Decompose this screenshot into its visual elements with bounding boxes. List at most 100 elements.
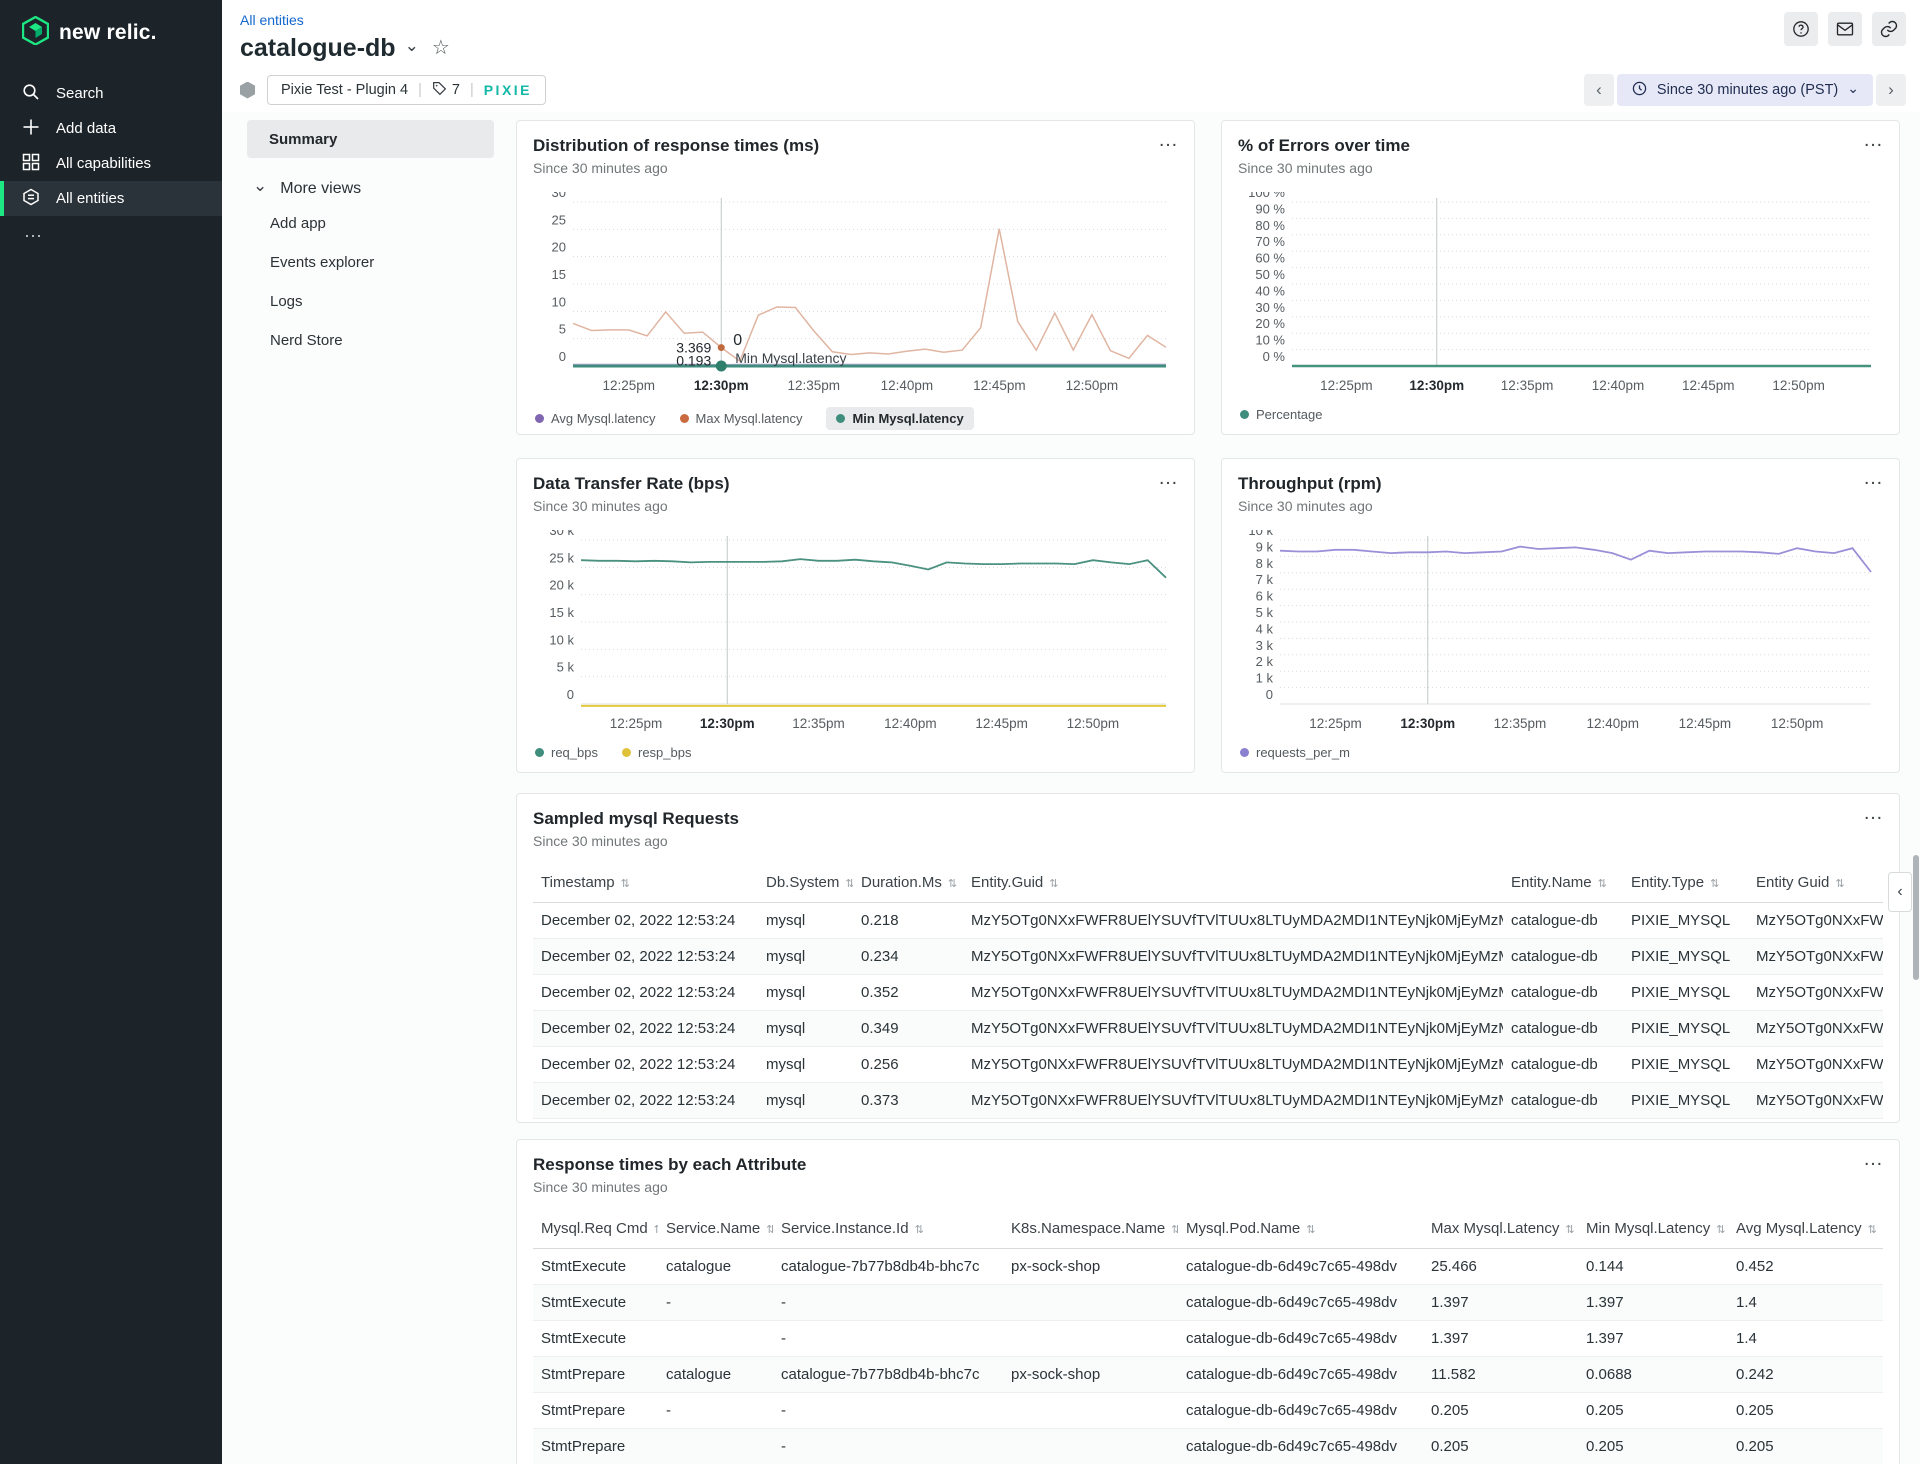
line-chart[interactable]: 0 % 10 % 20 % 30 % 40 % 50 % 60 % 70 % 80 % 90 % 1… — [1238, 185, 1883, 403]
chart-legend: Percentage — [1240, 407, 1883, 422]
vertical-scrollbar[interactable] — [1913, 855, 1919, 980]
legend-item[interactable]: Avg Mysql.latency — [535, 411, 656, 426]
svg-text:90 %: 90 % — [1255, 201, 1285, 216]
table-cell: MzY5OTg0NXxFWFR8UElYSUVfTVlTUUx8LTUyMDA2… — [963, 974, 1503, 1011]
table-row[interactable]: December 02, 2022 12:53:24 mysql 0.256 MzY5… — [533, 1046, 1883, 1083]
column-header[interactable]: Min Mysql.Latency ⇅ — [1578, 1209, 1728, 1249]
legend-item[interactable]: requests_per_m — [1240, 745, 1350, 760]
table-row[interactable]: December 02, 2022 12:53:24 mysql 0.352 MzY5… — [533, 974, 1883, 1011]
share-link-button[interactable] — [1872, 12, 1906, 46]
table-row[interactable]: StmtExecute - - catalogue-db-6d49c7c65-498d… — [533, 1284, 1883, 1321]
line-chart[interactable]: 0 5 k 10 k 15 k 20 k 25 k 30 k 12:25pm 12:30pm 12… — [533, 523, 1178, 741]
column-header[interactable]: Entity.Guid ⇅ — [963, 863, 1503, 903]
nav-item-logs[interactable]: Logs — [247, 282, 494, 321]
table-row[interactable]: December 02, 2022 12:53:24 mysql 0.234 MzY5… — [533, 938, 1883, 975]
svg-text:30: 30 — [552, 192, 566, 200]
svg-text:12:25pm: 12:25pm — [610, 716, 663, 731]
card-menu-button[interactable]: … — [1863, 467, 1885, 490]
table-row[interactable]: StmtExecute catalogue catalogue-7b77b8db4b… — [533, 1248, 1883, 1285]
table-row[interactable]: December 02, 2022 12:53:24 mysql 0.349 MzY5… — [533, 1010, 1883, 1047]
column-header[interactable]: Service.Instance.Id ⇅ — [773, 1209, 1003, 1249]
chevron-down-icon[interactable]: ⌄ — [405, 37, 419, 54]
main-area: All entities catalogue-db ⌄ ☆ Pixie Test… — [222, 0, 1920, 1464]
tags-pill[interactable]: Pixie Test - Plugin 4 | 7 | PIXIE — [267, 75, 547, 105]
time-picker[interactable]: Since 30 minutes ago (PST) ⌄ — [1616, 74, 1873, 106]
column-header[interactable]: K8s.Namespace.Name⇅ — [1003, 1209, 1178, 1249]
time-forward-button[interactable]: › — [1876, 74, 1906, 106]
svg-text:0: 0 — [567, 687, 574, 702]
column-header[interactable]: Avg Mysql.Latency ⇅ — [1728, 1209, 1883, 1249]
legend-item[interactable]: resp_bps — [621, 745, 691, 760]
more-views-toggle[interactable]: ⌄ More views — [253, 177, 494, 198]
sidebar-item-all-entities[interactable]: All entities — [0, 181, 222, 216]
sidebar-overflow-menu[interactable]: ⋯ — [0, 216, 222, 247]
column-header[interactable]: Mysql.Pod.Name ⇅ — [1178, 1209, 1423, 1249]
help-button[interactable] — [1784, 12, 1818, 46]
column-header[interactable]: Timestamp ⇅ — [533, 863, 758, 903]
column-header[interactable]: Mysql.Req Cmd⇅ — [533, 1209, 658, 1249]
column-header[interactable]: Entity.Type ⇅ — [1623, 863, 1748, 903]
table-cell: StmtPrepare — [533, 1428, 658, 1464]
table-cell: StmtExecute — [533, 1248, 658, 1285]
legend-dot — [1240, 410, 1249, 419]
svg-text:8 k: 8 k — [1256, 556, 1274, 571]
inbox-button[interactable] — [1828, 12, 1862, 46]
legend-item[interactable]: Min Mysql.latency — [826, 407, 974, 430]
svg-text:12:40pm: 12:40pm — [1586, 716, 1639, 731]
column-header[interactable]: Duration.Ms ⇅ — [853, 863, 963, 903]
breadcrumb[interactable]: All entities — [240, 12, 304, 28]
column-header[interactable]: Entity.Name ⇅ — [1503, 863, 1623, 903]
sort-icon: ⇅ — [845, 878, 853, 890]
column-header[interactable]: Db.System⇅ — [758, 863, 853, 903]
new-relic-logo-icon — [21, 15, 50, 50]
table-cell: catalogue-db-6d49c7c65-498dv — [1178, 1248, 1423, 1285]
table-cell: 0.205 — [1423, 1392, 1578, 1429]
column-header[interactable]: Entity Guid ⇅ — [1748, 863, 1883, 903]
favorite-star-icon[interactable]: ☆ — [432, 35, 450, 60]
response-times-table: Mysql.Req Cmd⇅Service.Name⇅Service.Insta… — [533, 1209, 1883, 1464]
table-row[interactable]: StmtPrepare - catalogue-db-6d49c7c65-498dv… — [533, 1428, 1883, 1464]
legend-item[interactable]: Max Mysql.latency — [679, 411, 802, 426]
sidebar-item-add-data[interactable]: Add data — [0, 111, 222, 146]
search-icon — [22, 83, 40, 105]
nav-item-events-explorer[interactable]: Events explorer — [247, 243, 494, 282]
legend-item[interactable]: Percentage — [1240, 407, 1323, 422]
chart-subtitle: Since 30 minutes ago — [533, 160, 668, 176]
legend-item[interactable]: req_bps — [535, 745, 598, 760]
column-header[interactable]: Max Mysql.Latency ⇅ — [1423, 1209, 1578, 1249]
svg-text:12:45pm: 12:45pm — [1682, 378, 1735, 393]
new-relic-logo[interactable]: new relic. — [0, 0, 222, 76]
nav-item-add-app[interactable]: Add app — [247, 204, 494, 243]
table-row[interactable]: December 02, 2022 12:53:24 mysql 0.218 MzY5… — [533, 902, 1883, 939]
svg-text:0 %: 0 % — [1263, 349, 1286, 364]
card-menu-button[interactable]: … — [1863, 129, 1885, 152]
table-cell: catalogue — [658, 1356, 773, 1393]
collapse-panel-button[interactable]: ‹ — [1888, 872, 1912, 912]
sidebar-item-search[interactable]: Search — [0, 76, 222, 111]
svg-text:12:30pm: 12:30pm — [1400, 716, 1455, 731]
card-menu-button[interactable]: … — [1158, 467, 1180, 490]
svg-text:7 k: 7 k — [1256, 572, 1274, 587]
table-row[interactable]: December 02, 2022 12:53:24 mysql 0.373 MzY5… — [533, 1082, 1883, 1119]
table-cell: 0.205 — [1423, 1428, 1578, 1464]
nav-item-summary[interactable]: Summary — [247, 120, 494, 158]
card-menu-button[interactable]: … — [1863, 1148, 1885, 1171]
help-icon — [1793, 21, 1809, 37]
time-back-button[interactable]: ‹ — [1583, 74, 1614, 106]
card-menu-button[interactable]: … — [1863, 802, 1885, 825]
table-cell: 0.349 — [853, 1010, 963, 1047]
table-row[interactable]: StmtPrepare catalogue catalogue-7b77b8db4b… — [533, 1356, 1883, 1393]
table-cell — [658, 1428, 773, 1464]
table-row[interactable]: StmtExecute - catalogue-db-6d49c7c65-498dv… — [533, 1320, 1883, 1357]
card-menu-button[interactable]: … — [1158, 129, 1180, 152]
table-cell: px-sock-shop — [1003, 1248, 1178, 1285]
logo-text: new relic. — [59, 21, 157, 44]
table-row[interactable]: StmtPrepare - - catalogue-db-6d49c7c65-498d… — [533, 1392, 1883, 1429]
line-chart[interactable]: 0 5 10 15 20 25 30 3.369 0.193 0 Min Mysql.latency… — [533, 185, 1178, 403]
sidebar-item-all-capabilities[interactable]: All capabilities — [0, 146, 222, 181]
svg-text:0: 0 — [733, 332, 742, 349]
svg-text:25 k: 25 k — [549, 550, 574, 565]
nav-item-nerd-store[interactable]: Nerd Store — [247, 321, 494, 360]
column-header[interactable]: Service.Name⇅ — [658, 1209, 773, 1249]
line-chart[interactable]: 01 k 2 k3 k 4 k5 k6 k 7 k8 k 9 k 10 k 12:25pm 1… — [1238, 523, 1883, 741]
